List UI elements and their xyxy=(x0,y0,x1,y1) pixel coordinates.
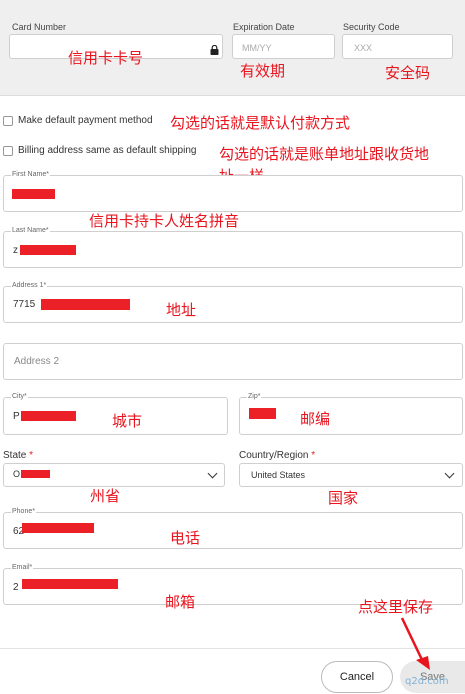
expiration-label: Expiration Date xyxy=(233,22,295,32)
card-number-label: Card Number xyxy=(12,22,67,32)
lock-icon xyxy=(210,42,219,55)
first-name-label: First Name* xyxy=(11,171,50,178)
email-value: 2 xyxy=(13,582,19,593)
state-redaction xyxy=(21,470,50,478)
expiration-placeholder: MM/YY xyxy=(242,43,272,53)
country-value: United States xyxy=(251,470,306,480)
last-name-redaction xyxy=(20,245,76,255)
email-redaction xyxy=(22,579,118,589)
chevron-down-icon xyxy=(207,468,218,479)
annotation-expiration: 有效期 xyxy=(240,62,286,80)
annotation-city: 城市 xyxy=(112,412,143,430)
phone-label: Phone* xyxy=(11,508,36,515)
annotation-billing-same-line1: 勾选的话就是账单地址跟收货地 xyxy=(219,145,430,163)
address2-placeholder: Address 2 xyxy=(14,356,60,367)
annotation-zip: 邮编 xyxy=(300,410,331,428)
watermark: q2d.com xyxy=(405,676,449,687)
city-value: P xyxy=(13,411,20,422)
state-value: O xyxy=(13,469,21,479)
country-label: Country/Region * xyxy=(239,450,316,461)
first-name-redaction xyxy=(12,189,55,199)
annotation-country: 国家 xyxy=(328,489,359,507)
security-code-placeholder: XXX xyxy=(354,43,373,53)
cancel-button[interactable]: Cancel xyxy=(321,661,393,693)
city-redaction xyxy=(21,411,76,421)
billing-same-label: Billing address same as default shipping xyxy=(18,145,197,156)
first-name-field[interactable] xyxy=(3,175,463,212)
default-payment-checkbox[interactable] xyxy=(3,116,13,126)
annotation-email: 邮箱 xyxy=(165,593,196,611)
city-label: City* xyxy=(11,393,28,400)
annotation-state: 州省 xyxy=(90,487,121,505)
annotation-security: 安全码 xyxy=(385,64,431,82)
billing-same-checkbox[interactable] xyxy=(3,146,13,156)
annotation-card-number: 信用卡卡号 xyxy=(68,49,144,67)
state-label: State * xyxy=(3,450,34,461)
zip-label: Zip* xyxy=(247,393,262,400)
last-name-value: z xyxy=(13,245,18,256)
address1-value: 7715 xyxy=(13,299,36,310)
annotation-name: 信用卡持卡人姓名拼音 xyxy=(89,212,240,230)
annotation-default-payment: 勾选的话就是默认付款方式 xyxy=(170,114,351,132)
last-name-label: Last Name* xyxy=(11,227,50,234)
expiration-input[interactable]: MM/YY xyxy=(232,34,335,59)
annotation-address: 地址 xyxy=(166,301,197,319)
phone-redaction xyxy=(22,523,94,533)
email-label: Email* xyxy=(11,564,34,571)
address2-field[interactable]: Address 2 xyxy=(3,343,463,380)
address1-redaction xyxy=(41,299,130,310)
security-code-input[interactable]: XXX xyxy=(342,34,453,59)
country-select[interactable]: United States xyxy=(239,463,463,487)
address1-label: Address 1* xyxy=(11,282,48,289)
default-payment-label: Make default payment method xyxy=(18,115,153,126)
security-code-label: Security Code xyxy=(343,22,400,32)
arrow-icon xyxy=(400,617,430,670)
zip-redaction xyxy=(249,408,276,419)
annotation-phone: 电话 xyxy=(170,529,201,547)
chevron-down-icon xyxy=(444,468,455,479)
